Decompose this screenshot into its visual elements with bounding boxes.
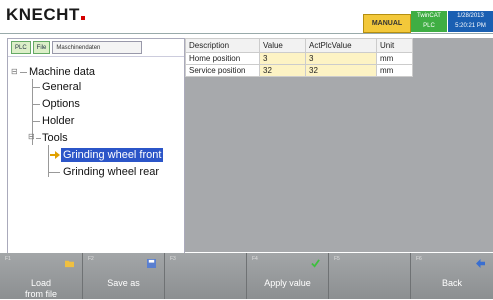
cell-actplcvalue: 3 [305, 52, 377, 65]
tree-node-machine-data[interactable]: Machine data [29, 65, 95, 79]
cell-unit: mm [376, 52, 413, 65]
tree-node-grinding-wheel-rear[interactable]: Grinding wheel rear [63, 165, 159, 179]
f2-save-as-button[interactable]: F2 Save as [83, 253, 165, 299]
key-number: F5 [334, 256, 340, 262]
column-header-actplcvalue[interactable]: ActPlcValue [305, 38, 377, 53]
cell-description: Home position [185, 52, 260, 65]
tree-node-general[interactable]: General [42, 80, 81, 94]
file-tag[interactable]: File [32, 41, 51, 54]
function-key-bar: F1 Load from file F2 Save as F3 F4 Apply… [0, 253, 493, 299]
cell-description: Service position [185, 64, 260, 77]
mode-indicator: MANUAL [363, 14, 411, 33]
tree-connector [32, 87, 40, 88]
header-bar: KNECHT MANUAL TwinCAT PLC 1/28/2013 5:20… [0, 0, 493, 34]
date-label: 1/28/2013 [457, 13, 484, 19]
cell-value[interactable]: 32 [259, 64, 306, 77]
checkmark-icon [311, 259, 320, 268]
runtime-bottom-label: PLC [423, 23, 435, 29]
plc-tag[interactable]: PLC [11, 41, 31, 54]
cell-value[interactable]: 3 [259, 52, 306, 65]
runtime-top-label: TwinCAT [417, 13, 441, 19]
key-number: F6 [416, 256, 422, 262]
tree-panel: PLC File Maschinendaten ⊟ Machine data G… [7, 38, 185, 254]
table-row[interactable]: Service position 32 32 mm [185, 64, 413, 77]
button-label: Load from file [24, 278, 57, 299]
cell-actplcvalue: 32 [305, 64, 377, 77]
company-logo: KNECHT [6, 5, 85, 25]
tree-node-tools[interactable]: Tools [42, 131, 68, 145]
table-header-row: Description Value ActPlcValue Unit [185, 38, 413, 53]
f1-load-from-file-button[interactable]: F1 Load from file [0, 253, 83, 299]
path-field: Maschinendaten [52, 41, 143, 54]
column-header-description[interactable]: Description [185, 38, 260, 53]
collapse-tools-icon[interactable]: ⊟ [28, 132, 35, 141]
tree-node-options[interactable]: Options [42, 97, 80, 111]
logo-text: KNECHT [6, 5, 80, 24]
parameter-table-area: Description Value ActPlcValue Unit Home … [185, 38, 493, 252]
button-label: Back [441, 278, 462, 288]
key-number: F3 [170, 256, 176, 262]
tree-connector [32, 104, 40, 105]
table-row[interactable]: Home position 3 3 mm [185, 52, 413, 65]
button-label: Apply value [264, 278, 311, 288]
button-label: Save as [107, 278, 140, 288]
back-arrow-icon [476, 259, 485, 268]
key-number: F4 [252, 256, 258, 262]
column-header-value[interactable]: Value [259, 38, 306, 53]
parameter-table: Description Value ActPlcValue Unit Home … [185, 38, 413, 77]
disk-icon [147, 259, 156, 268]
tree-connector [20, 72, 27, 73]
f3-button[interactable]: F3 [165, 253, 247, 299]
cell-unit: mm [376, 64, 413, 77]
datetime-display: 1/28/2013 5:20:21 PM [448, 11, 493, 32]
folder-icon [65, 260, 74, 268]
key-number: F2 [88, 256, 94, 262]
collapse-root-icon[interactable]: ⊟ [11, 67, 18, 76]
time-label: 5:20:21 PM [455, 23, 486, 29]
f5-button[interactable]: F5 [329, 253, 411, 299]
arrow-right-icon [50, 151, 60, 159]
tree-connector [36, 138, 41, 139]
tree-toolbar: PLC File Maschinendaten [8, 39, 184, 57]
tree-node-holder[interactable]: Holder [42, 114, 74, 128]
f4-apply-value-button[interactable]: F4 Apply value [247, 253, 329, 299]
runtime-status: TwinCAT PLC [411, 11, 447, 32]
key-number: F1 [5, 256, 11, 262]
tree-connector [48, 172, 60, 173]
column-header-unit[interactable]: Unit [376, 38, 413, 53]
logo-dot [80, 16, 85, 20]
tree-connector [32, 121, 40, 122]
f6-back-button[interactable]: F6 Back [411, 253, 493, 299]
tree-node-grinding-wheel-front[interactable]: Grinding wheel front [61, 148, 164, 162]
